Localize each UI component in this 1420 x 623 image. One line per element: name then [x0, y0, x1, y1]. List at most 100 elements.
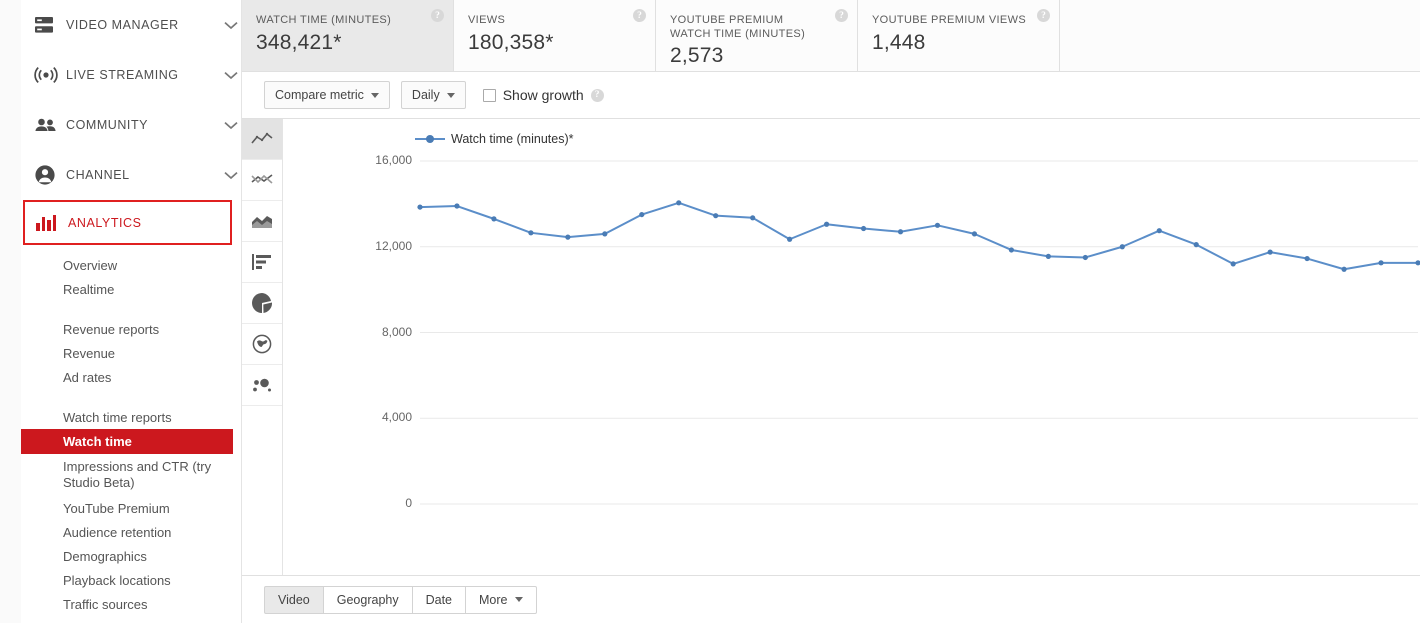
metric-card-youtube-premium-watch-time[interactable]: YOUTUBE PREMIUM WATCH TIME (MINUTES) 2,5… — [656, 0, 858, 71]
help-icon[interactable]: ? — [835, 9, 848, 22]
sidebar-item-label: Revenue reports — [63, 321, 160, 337]
tab-more[interactable]: More — [466, 585, 537, 614]
compare-metric-label: Compare metric — [275, 88, 364, 102]
y-axis-tick-label: 12,000 — [375, 238, 412, 253]
metric-card-value: 180,358* — [468, 30, 554, 54]
caret-down-icon — [370, 92, 379, 98]
sidebar-item-label: Overview — [63, 257, 118, 273]
sidebar-item-playback-locations[interactable]: Playback locations — [21, 568, 241, 592]
channel-icon — [34, 164, 66, 186]
tab-label: More — [479, 592, 508, 607]
sidebar-item-youtube-premium[interactable]: YouTube Premium — [21, 496, 241, 520]
tab-video[interactable]: Video — [264, 585, 324, 614]
chevron-down-icon[interactable] — [220, 171, 241, 180]
sidebar-content: VIDEO MANAGER LIVE STREAMING COMMUNITY C… — [21, 0, 241, 623]
metric-card-watch-time[interactable]: WATCH TIME (MINUTES) 348,421* ? — [242, 0, 454, 71]
metric-card-value: 2,573 — [670, 44, 724, 67]
chart-type-rail — [242, 119, 283, 575]
sidebar-item-revenue-reports[interactable]: Revenue reports — [21, 317, 241, 341]
sidebar-item-label: LIVE STREAMING — [66, 68, 179, 82]
sidebar-item-label: YouTube Premium — [63, 500, 170, 516]
sidebar-item-live-streaming[interactable]: LIVE STREAMING — [21, 50, 241, 100]
chevron-down-icon[interactable] — [220, 71, 241, 80]
sidebar-divider — [21, 301, 241, 317]
chart-body: Watch time (minutes)* 0 4,000 8,000 12,000 1… — [283, 119, 1420, 575]
help-icon[interactable]: ? — [633, 9, 646, 22]
sidebar-item-channel[interactable]: CHANNEL — [21, 150, 241, 200]
metric-cards: WATCH TIME (MINUTES) 348,421* ? VIEWS 18… — [242, 0, 1420, 72]
main-content: WATCH TIME (MINUTES) 348,421* ? VIEWS 18… — [242, 0, 1420, 623]
metric-card-views[interactable]: VIEWS 180,358* ? — [454, 0, 656, 71]
metric-card-value: 1,448 — [872, 30, 926, 54]
caret-down-icon — [446, 92, 455, 98]
show-growth-checkbox[interactable] — [482, 88, 496, 102]
bar-chart-icon — [36, 214, 68, 231]
compare-metric-button[interactable]: Compare metric — [264, 81, 390, 109]
chevron-down-icon[interactable] — [220, 21, 241, 30]
chart-toolbar: Compare metric Daily Show growth ? — [242, 72, 1420, 119]
sidebar-item-label: Revenue — [63, 345, 116, 361]
tab-label: Geography — [336, 592, 399, 607]
help-icon[interactable]: ? — [590, 88, 604, 102]
sidebar-item-watch-time-reports[interactable]: Watch time reports — [21, 405, 241, 429]
tab-date[interactable]: Date — [412, 585, 467, 614]
sidebar-item-label: Watch time reports — [63, 409, 172, 425]
youtube-analytics-page: VIDEO MANAGER LIVE STREAMING COMMUNITY C… — [0, 0, 1420, 623]
sidebar-item-impressions-and-ctr[interactable]: Impressions and CTR (try Studio Beta) — [21, 454, 241, 496]
y-axis-tick-label: 16,000 — [375, 153, 412, 167]
metric-card-youtube-premium-views[interactable]: YOUTUBE PREMIUM VIEWS 1,448 ? — [858, 0, 1060, 71]
sidebar-item-label: Audience retention — [63, 524, 172, 540]
sidebar-item-video-manager[interactable]: VIDEO MANAGER — [21, 0, 241, 50]
sidebar-divider — [21, 389, 241, 405]
sidebar-item-label: Traffic sources — [63, 596, 148, 612]
sidebar-item-revenue[interactable]: Revenue — [21, 341, 241, 365]
sidebar-item-label: Demographics — [63, 548, 147, 564]
watch-time-line-chart[interactable] — [283, 119, 1420, 575]
show-growth-control[interactable]: Show growth ? — [482, 87, 604, 103]
sidebar-item-label: Realtime — [63, 281, 115, 297]
sidebar-item-analytics[interactable]: ANALYTICS — [23, 200, 232, 245]
sidebar-item-overview[interactable]: Overview — [21, 253, 241, 277]
sidebar-item-traffic-sources[interactable]: Traffic sources — [21, 592, 241, 616]
metric-card-title: YOUTUBE PREMIUM WATCH TIME (MINUTES) — [670, 14, 806, 40]
bottom-tab-bar: Video Geography Date More — [242, 575, 1420, 623]
sidebar-item-community[interactable]: COMMUNITY — [21, 100, 241, 150]
sidebar-item-label: CHANNEL — [66, 168, 130, 182]
interval-label: Daily — [411, 88, 440, 102]
sidebar-item-label: Ad rates — [63, 369, 112, 385]
globe-map-icon[interactable] — [242, 324, 282, 365]
pie-chart-icon[interactable] — [242, 283, 282, 324]
bubble-chart-icon[interactable] — [242, 365, 282, 406]
multi-line-chart-icon[interactable] — [242, 160, 282, 201]
y-axis-tick-label: 8,000 — [381, 324, 412, 339]
metric-card-title: VIEWS — [468, 14, 506, 26]
tab-geography[interactable]: Geography — [323, 585, 413, 614]
bar-chart-icon[interactable] — [242, 242, 282, 283]
sidebar-item-demographics[interactable]: Demographics — [21, 544, 241, 568]
metric-card-title: WATCH TIME (MINUTES) — [256, 14, 392, 26]
area-chart-icon[interactable] — [242, 201, 282, 242]
sidebar-item-realtime[interactable]: Realtime — [21, 277, 241, 301]
interval-select[interactable]: Daily — [400, 81, 466, 109]
show-growth-label: Show growth — [502, 87, 584, 103]
line-chart-icon[interactable] — [242, 119, 282, 160]
chevron-down-icon[interactable] — [220, 121, 241, 130]
report-tabs: Video Geography Date More — [264, 585, 537, 614]
metric-card-title: YOUTUBE PREMIUM VIEWS — [872, 14, 1027, 26]
y-axis-tick-label: 4,000 — [381, 410, 412, 425]
sidebar-item-label: COMMUNITY — [66, 118, 149, 132]
sidebar-item-label: Watch time — [63, 434, 132, 449]
sidebar: VIDEO MANAGER LIVE STREAMING COMMUNITY C… — [0, 0, 242, 623]
y-axis-tick-label: 0 — [405, 496, 412, 510]
sidebar-item-ad-rates[interactable]: Ad rates — [21, 365, 241, 389]
video-manager-icon — [34, 16, 66, 34]
help-icon[interactable]: ? — [1037, 9, 1050, 22]
chart-zone: Watch time (minutes)* 0 4,000 8,000 12,000 1… — [242, 119, 1420, 575]
help-icon[interactable]: ? — [431, 9, 444, 22]
sidebar-item-audience-retention[interactable]: Audience retention — [21, 520, 241, 544]
sidebar-item-label: VIDEO MANAGER — [66, 18, 179, 32]
tab-label: Date — [425, 592, 453, 607]
sidebar-item-watch-time[interactable]: Watch time — [21, 429, 233, 454]
sidebar-item-label: Impressions and CTR (try Studio Beta) — [63, 459, 212, 490]
sidebar-item-devices[interactable]: Devices — [21, 616, 241, 623]
